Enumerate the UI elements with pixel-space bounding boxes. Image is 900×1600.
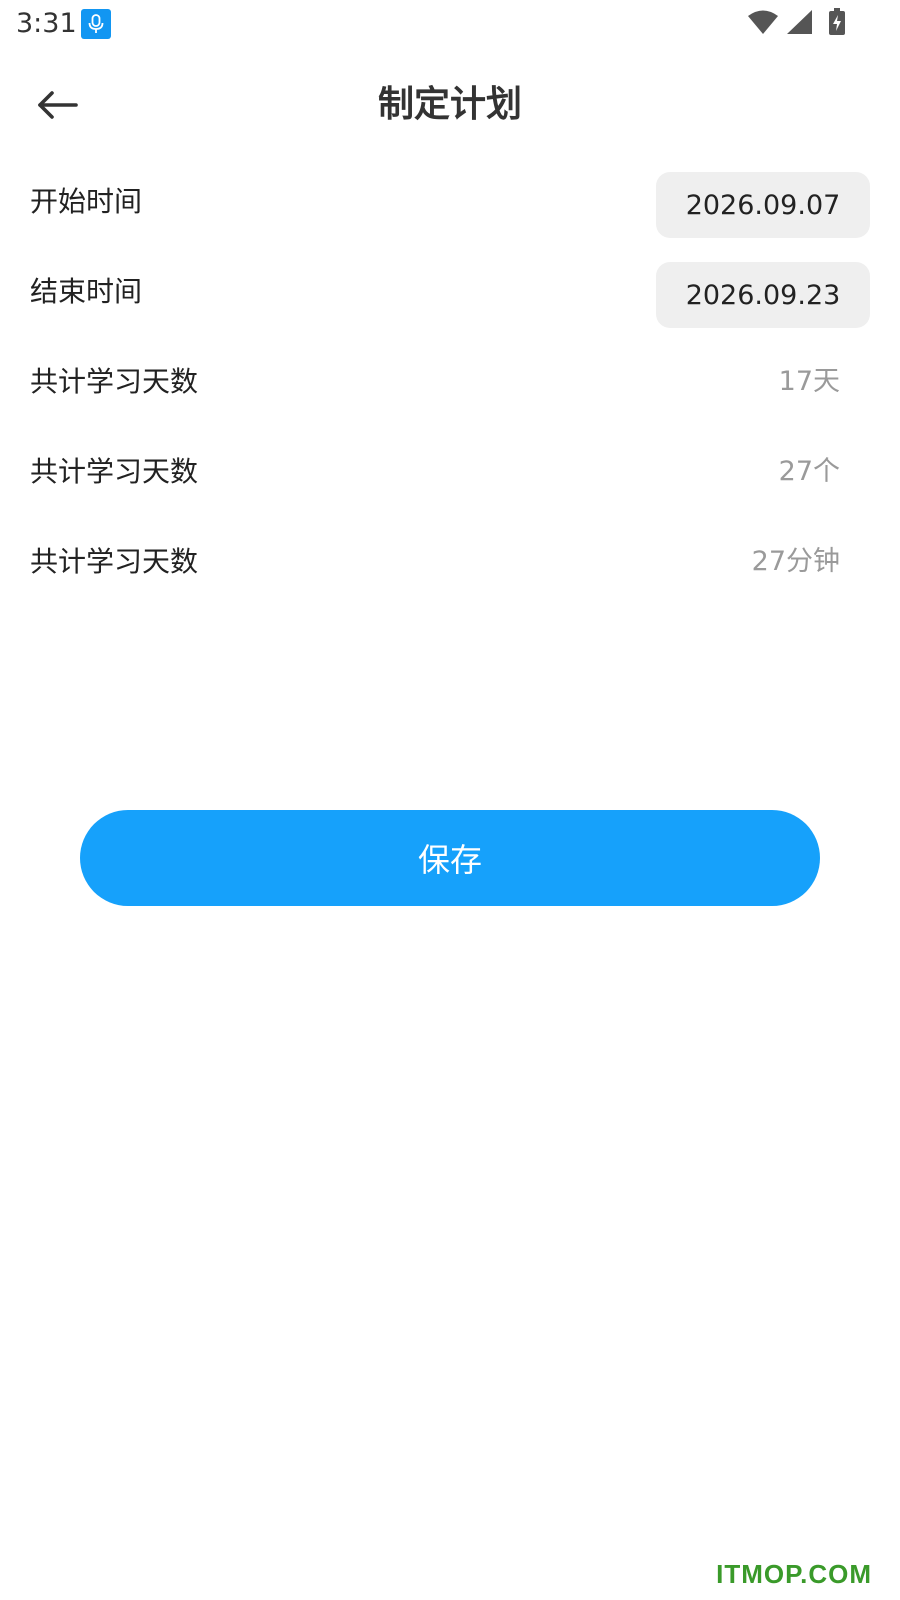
wifi-icon <box>748 9 778 39</box>
total-minutes-value: 27分钟 <box>751 546 840 577</box>
end-date-picker[interactable]: 2026.09.23 <box>656 262 870 328</box>
total-days-label: 共计学习天数 <box>30 365 199 398</box>
status-bar: 3:31 <box>0 0 900 50</box>
start-date-picker[interactable]: 2026.09.07 <box>656 172 870 238</box>
status-time: 3:31 <box>16 8 77 39</box>
microphone-icon <box>81 9 111 39</box>
end-date-row: 结束时间 2026.09.23 <box>0 250 900 340</box>
plan-form: 开始时间 2026.09.07 结束时间 2026.09.23 共计学习天数 1… <box>0 160 900 610</box>
app-bar: 制定计划 <box>0 64 900 144</box>
total-count-value: 27个 <box>778 456 840 487</box>
cell-signal-icon <box>786 9 812 39</box>
start-date-label: 开始时间 <box>30 185 143 218</box>
total-count-label: 共计学习天数 <box>30 455 199 488</box>
status-icons <box>748 8 846 40</box>
start-date-row: 开始时间 2026.09.07 <box>0 160 900 250</box>
end-date-label: 结束时间 <box>30 275 143 308</box>
total-days-value: 17天 <box>778 366 840 397</box>
save-button[interactable]: 保存 <box>80 810 820 906</box>
watermark: ITMOP.COM <box>716 1559 872 1589</box>
total-count-row: 共计学习天数 27个 <box>0 430 900 520</box>
total-minutes-row: 共计学习天数 27分钟 <box>0 520 900 610</box>
total-minutes-label: 共计学习天数 <box>30 545 199 578</box>
total-days-row: 共计学习天数 17天 <box>0 340 900 430</box>
page-title: 制定计划 <box>377 84 522 125</box>
battery-charging-icon <box>828 8 846 40</box>
